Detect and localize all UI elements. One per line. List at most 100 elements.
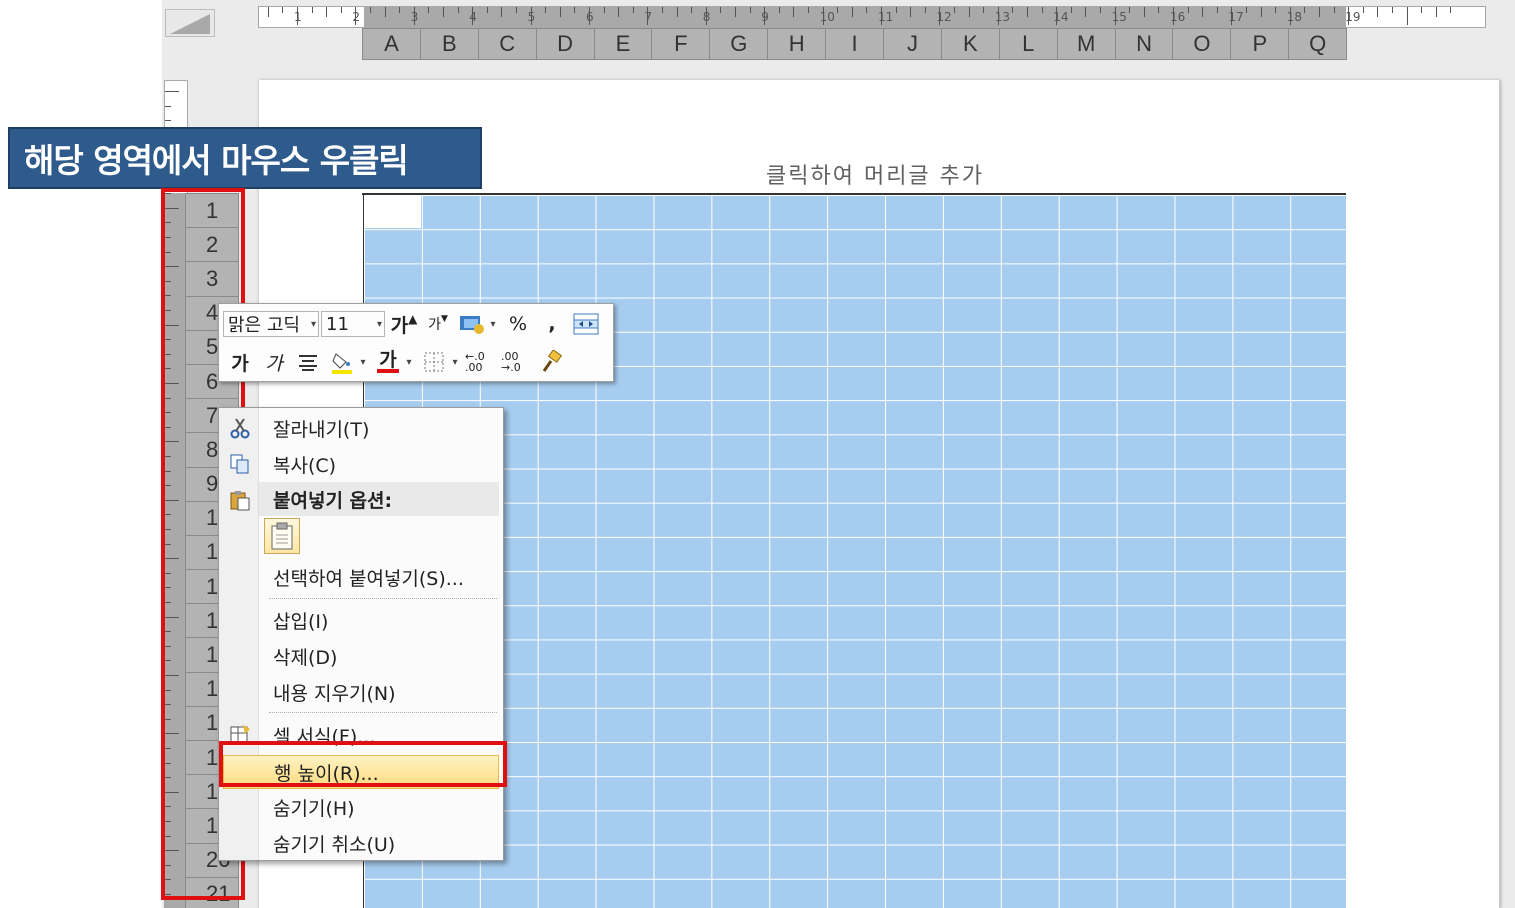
percent-style-button[interactable]: %: [503, 310, 533, 338]
ruler-tick: [282, 7, 284, 13]
bold-button[interactable]: 가: [225, 348, 255, 376]
merge-center-button[interactable]: [571, 310, 601, 338]
corner-triangle-icon: [170, 14, 210, 34]
ruler-number: 19: [1345, 10, 1361, 24]
borders-button[interactable]: [419, 348, 449, 376]
menu-item-clear-contents[interactable]: 내용 지우기(N): [259, 675, 499, 709]
ruler-tick: [1187, 7, 1189, 13]
ruler-tick: [165, 105, 171, 107]
selected-cell-range[interactable]: [363, 195, 1346, 908]
ruler-number: 7: [644, 10, 653, 24]
ruler-number: 6: [586, 10, 594, 24]
align-center-icon: [299, 355, 317, 371]
chevron-down-icon: ▾: [376, 318, 382, 330]
column-header[interactable]: K: [941, 29, 1000, 59]
column-header[interactable]: G: [710, 29, 769, 59]
column-header[interactable]: H: [768, 29, 827, 59]
chevron-down-icon: ▾: [310, 318, 316, 330]
chevron-down-icon[interactable]: ▾: [449, 357, 461, 368]
ruler-number: 15: [1111, 10, 1127, 24]
menu-item-insert[interactable]: 삽입(I): [259, 603, 499, 637]
grow-font-button[interactable]: 가 ▲: [389, 310, 419, 338]
accounting-format-button[interactable]: [457, 310, 487, 338]
ruler-tick: [1275, 7, 1277, 13]
paste-option-button[interactable]: [264, 518, 300, 554]
column-header[interactable]: F: [652, 29, 711, 59]
instruction-callout: 해당 영역에서 마우스 우클릭: [8, 127, 482, 189]
ruler-tick: [1392, 7, 1393, 13]
ruler-tick: [749, 7, 751, 13]
chevron-down-icon[interactable]: ▾: [403, 357, 415, 368]
column-header[interactable]: P: [1231, 29, 1290, 59]
column-header[interactable]: D: [536, 29, 595, 59]
ruler-tick: [1143, 7, 1145, 17]
ruler-tick: [545, 7, 547, 13]
ruler-tick: [1100, 7, 1101, 13]
column-header[interactable]: J: [884, 29, 942, 59]
ruler-tick: [1246, 7, 1247, 13]
currency-icon: [460, 316, 484, 334]
column-header[interactable]: L: [999, 29, 1058, 59]
ruler-number: 16: [1170, 10, 1186, 24]
menu-item-delete[interactable]: 삭제(D): [259, 639, 499, 673]
menu-item-copy[interactable]: 복사(C): [259, 447, 499, 481]
ruler-tick: [370, 7, 371, 13]
chevron-down-icon[interactable]: ▾: [487, 319, 499, 330]
center-align-button[interactable]: [293, 348, 323, 376]
column-header[interactable]: O: [1173, 29, 1232, 59]
font-size-select[interactable]: 11 ▾: [321, 311, 385, 337]
column-header[interactable]: N: [1115, 29, 1174, 59]
add-header-placeholder[interactable]: 클릭하여 머리글 추가: [766, 158, 984, 190]
ruler-tick: [691, 7, 693, 13]
active-cell[interactable]: [364, 195, 421, 228]
ruler-tick: [720, 7, 722, 13]
increase-decimal-button[interactable]: ←.0 .00: [465, 348, 497, 376]
ruler-tick: [501, 7, 503, 17]
ruler-tick: [808, 7, 809, 13]
mini-toolbar: 맑은 고딕 ▾ 11 ▾ 가 ▲ 가 ▼ ▾ % , 가 가 ▾ 가 ▾ ▾ ←.0: [218, 303, 614, 382]
shrink-font-button[interactable]: 가 ▼: [423, 310, 453, 338]
menu-item-cut[interactable]: 잘라내기(T): [259, 411, 499, 445]
arrow-down-icon: ▼: [440, 314, 448, 324]
ruler-tick: [165, 91, 179, 92]
font-color-letter: 가: [379, 349, 397, 371]
borders-icon: [424, 352, 444, 372]
column-header[interactable]: M: [1057, 29, 1116, 59]
column-header[interactable]: I: [826, 29, 885, 59]
ruler-tick: [1085, 7, 1087, 17]
ruler-tick: [1421, 7, 1423, 13]
column-headers: ABCDEFGHIJKLMNOPQ: [362, 28, 1348, 60]
font-color-button[interactable]: 가: [373, 348, 403, 376]
ruler-tick: [1319, 7, 1320, 17]
clipboard-icon: [271, 522, 293, 550]
menu-item-unhide[interactable]: 숨기기 취소(U): [259, 826, 499, 860]
ruler-tick: [1377, 7, 1379, 17]
ruler-printable-area: [364, 7, 1346, 27]
column-header[interactable]: C: [478, 29, 537, 59]
ruler-tick: [954, 7, 955, 13]
ruler-tick: [895, 7, 897, 13]
decrease-decimal-button[interactable]: .00 →.0: [501, 348, 533, 376]
menu-item-hide[interactable]: 숨기기(H): [259, 790, 499, 824]
menu-item-paste-special[interactable]: 선택하여 붙여넣기(S)...: [259, 560, 499, 594]
column-header[interactable]: Q: [1289, 29, 1348, 59]
format-painter-button[interactable]: [537, 348, 567, 376]
italic-button[interactable]: 가: [259, 348, 289, 376]
ruler-tick: [443, 7, 444, 17]
fill-color-button[interactable]: [327, 348, 357, 376]
select-all-corner[interactable]: [165, 9, 215, 37]
horizontal-ruler[interactable]: 1 2 3 4 5 6 7 8 9 10 11 12 13 14 15 16 17 18 19: [258, 6, 1486, 28]
ruler-tick: [1012, 7, 1014, 13]
column-header[interactable]: B: [420, 29, 479, 59]
column-header[interactable]: A: [363, 29, 421, 59]
font-name-select[interactable]: 맑은 고딕 ▾: [223, 311, 319, 337]
ruler-tick: [983, 7, 985, 13]
ruler-tick: [837, 7, 839, 13]
shrink-font-icon: 가: [428, 317, 441, 333]
ruler-number: 3: [410, 10, 419, 24]
column-header[interactable]: E: [594, 29, 653, 59]
ruler-tick: [1406, 7, 1408, 25]
chevron-down-icon[interactable]: ▾: [357, 357, 369, 368]
comma-style-button[interactable]: ,: [537, 310, 567, 338]
ruler-number: 2: [352, 10, 361, 24]
